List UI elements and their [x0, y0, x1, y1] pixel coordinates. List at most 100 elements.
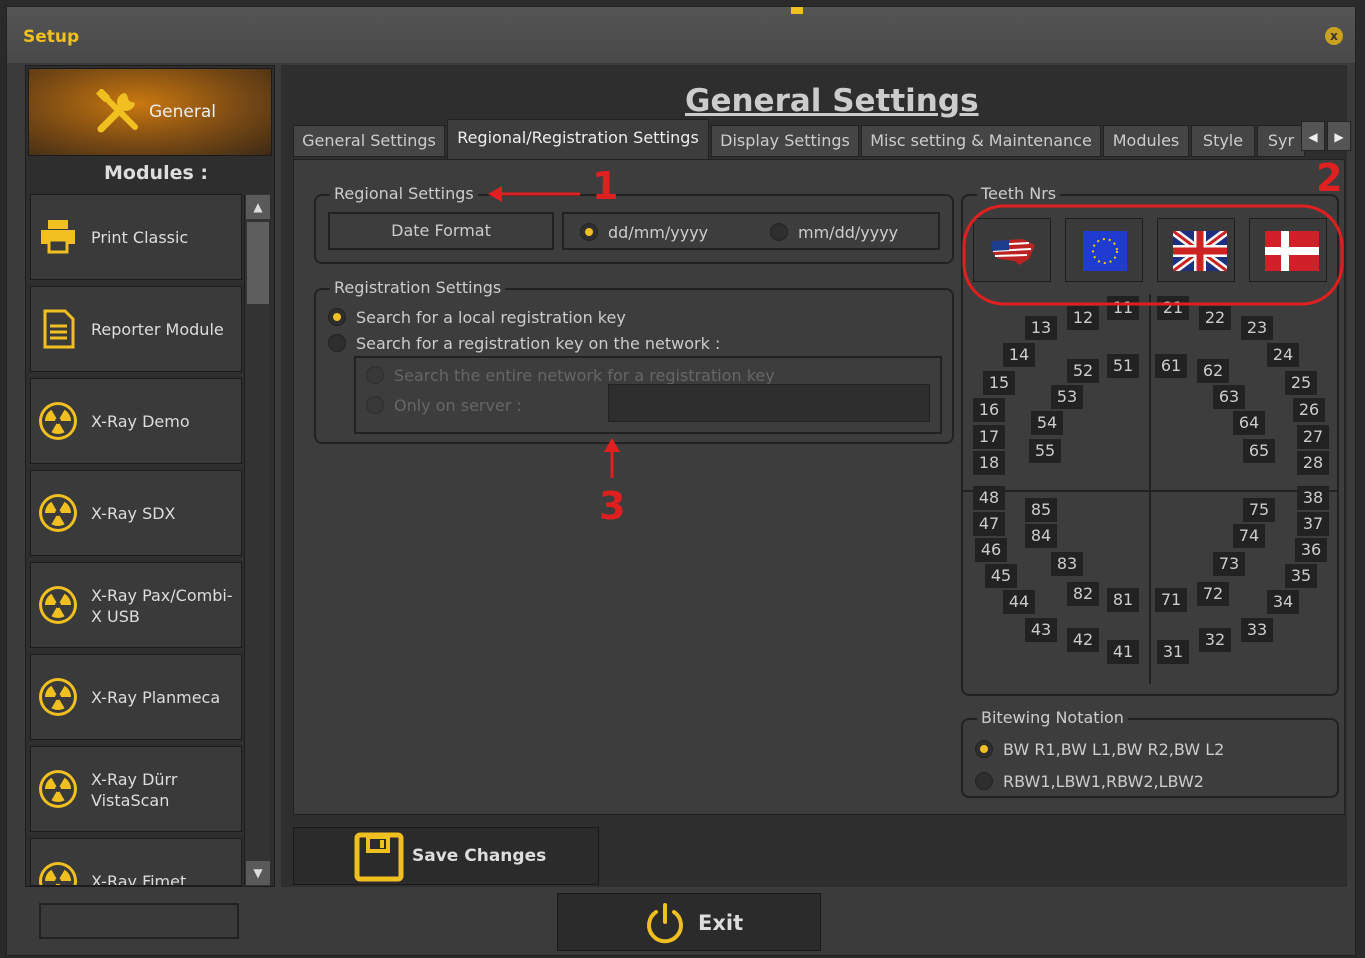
- radio-mmddyyyy[interactable]: [770, 223, 788, 241]
- save-changes-label: Save Changes: [412, 846, 547, 866]
- scroll-down-button[interactable]: ▼: [246, 861, 270, 885]
- bitewing-rbw-label: RBW1,LBW1,RBW2,LBW2: [1003, 772, 1204, 791]
- tooth-24: 24: [1267, 343, 1299, 367]
- radio-local-key[interactable]: [328, 308, 346, 326]
- tooth-34: 34: [1267, 590, 1299, 614]
- tooth-26: 26: [1293, 398, 1325, 422]
- radio-entire-network[interactable]: [366, 366, 384, 384]
- radiation-icon: [37, 492, 79, 534]
- tooth-53: 53: [1051, 385, 1083, 409]
- tooth-75: 75: [1243, 498, 1275, 522]
- regional-settings-title: Regional Settings: [330, 184, 478, 203]
- settings-panel: Regional Settings Date Format dd/mm/yyyy…: [293, 156, 1345, 815]
- tooth-36: 36: [1295, 538, 1327, 562]
- annotation-2: 2: [1316, 156, 1343, 200]
- tooth-35: 35: [1285, 564, 1317, 588]
- floppy-disk-icon: [354, 832, 404, 882]
- exit-label: Exit: [698, 911, 744, 935]
- sidebar-item-label: Reporter Module: [91, 320, 224, 339]
- sidebar-item-x-ray-sdx[interactable]: X-Ray SDX: [30, 470, 242, 556]
- sidebar-item-x-ray-fimet[interactable]: X-Ray Fimet: [30, 838, 242, 886]
- tooth-72: 72: [1197, 582, 1229, 606]
- tab-regional-registration-settings[interactable]: Regional/Registration Settings: [447, 119, 709, 159]
- exit-button[interactable]: Exit: [557, 893, 821, 951]
- sidebar-item-label: X-Ray Fimet: [91, 872, 187, 886]
- tooth-38: 38: [1297, 486, 1329, 510]
- sidebar-item-label: X-Ray SDX: [91, 504, 176, 523]
- tab-scroll-right-icon[interactable]: ▶: [1327, 121, 1351, 151]
- tooth-73: 73: [1213, 552, 1245, 576]
- radio-bitewing-bw[interactable]: [975, 740, 993, 758]
- tooth-71: 71: [1155, 588, 1187, 612]
- teeth-divider-vertical: [1149, 294, 1151, 684]
- option-ddmmyyyy-label: dd/mm/yyyy: [608, 223, 709, 242]
- tooth-33: 33: [1241, 618, 1273, 642]
- annotation-3: 3: [599, 484, 626, 528]
- radio-only-server[interactable]: [366, 396, 384, 414]
- tab-general-settings[interactable]: General Settings: [293, 125, 445, 157]
- main-area: General Settings General Settings Regiona…: [281, 65, 1351, 887]
- tooth-44: 44: [1003, 590, 1035, 614]
- radio-bitewing-rbw[interactable]: [975, 772, 993, 790]
- tooth-16: 16: [973, 398, 1005, 422]
- sidebar-item-print-classic[interactable]: Print Classic: [30, 194, 242, 280]
- registration-settings-group: Registration Settings Search for a local…: [314, 278, 954, 444]
- tab-modules[interactable]: Modules: [1103, 125, 1189, 157]
- tooth-13: 13: [1025, 316, 1057, 340]
- sidebar: General Modules : ▲ ▼ Print Classic Repor…: [25, 65, 275, 887]
- sidebar-scrollbar[interactable]: ▲ ▼: [244, 194, 270, 886]
- date-format-label: Date Format: [328, 212, 554, 250]
- tooth-31: 31: [1157, 640, 1189, 664]
- sidebar-item-label: X-Ray Demo: [91, 412, 190, 431]
- tooth-82: 82: [1067, 582, 1099, 606]
- tooth-85: 85: [1025, 498, 1057, 522]
- scroll-up-button[interactable]: ▲: [246, 195, 270, 219]
- network-key-label: Search for a registration key on the net…: [356, 334, 721, 353]
- server-input[interactable]: [608, 384, 930, 422]
- sidebar-item-x-ray-planmeca[interactable]: X-Ray Planmeca: [30, 654, 242, 740]
- tab-syr[interactable]: Syr: [1257, 125, 1305, 157]
- page-title: General Settings: [685, 83, 979, 119]
- save-changes-button[interactable]: Save Changes: [293, 827, 599, 885]
- general-button[interactable]: General: [28, 68, 272, 156]
- top-marker: [791, 7, 803, 14]
- tab-style[interactable]: Style: [1191, 125, 1255, 157]
- setup-window: Setup x General Modules : ▲ ▼ Print Clas…: [6, 6, 1356, 956]
- sidebar-item-x-ray-demo[interactable]: X-Ray Demo: [30, 378, 242, 464]
- tooth-32: 32: [1199, 628, 1231, 652]
- tooth-52: 52: [1067, 359, 1099, 383]
- tools-icon: [95, 89, 138, 133]
- radio-network-key[interactable]: [328, 334, 346, 352]
- tooth-14: 14: [1003, 343, 1035, 367]
- date-format-options: dd/mm/yyyy mm/dd/yyyy: [562, 212, 940, 250]
- tooth-42: 42: [1067, 628, 1099, 652]
- close-button[interactable]: x: [1325, 27, 1343, 45]
- tab-misc-setting-maintenance[interactable]: Misc setting & Maintenance: [861, 125, 1101, 157]
- sidebar-item-label: Print Classic: [91, 228, 189, 247]
- sidebar-item-reporter-module[interactable]: Reporter Module: [30, 286, 242, 372]
- sidebar-item-x-ray-pax-combi-x-usb[interactable]: X-Ray Pax/Combi-X USB: [30, 562, 242, 648]
- tooth-62: 62: [1197, 359, 1229, 383]
- tab-bar: General Settings Regional/Registration Se…: [293, 119, 1351, 159]
- tooth-55: 55: [1029, 439, 1061, 463]
- tab-scroll-left-icon[interactable]: ◀: [1301, 121, 1325, 151]
- tooth-54: 54: [1031, 411, 1063, 435]
- teeth-nrs-title: Teeth Nrs: [977, 184, 1061, 203]
- tooth-61: 61: [1155, 354, 1187, 378]
- scrollbar-thumb[interactable]: [247, 222, 269, 304]
- regional-settings-group: Regional Settings Date Format dd/mm/yyyy…: [314, 184, 954, 264]
- status-input[interactable]: [39, 903, 239, 939]
- tooth-64: 64: [1233, 411, 1265, 435]
- registration-settings-title: Registration Settings: [330, 278, 506, 297]
- radiation-icon: [37, 676, 79, 718]
- sidebar-item-x-ray-d-rr-vistascan[interactable]: X-Ray Dürr VistaScan: [30, 746, 242, 832]
- title-bar: Setup x: [7, 7, 1355, 63]
- tab-display-settings[interactable]: Display Settings: [711, 125, 859, 157]
- annotation-1: 1: [592, 164, 619, 208]
- sidebar-item-label: X-Ray Pax/Combi-X USB: [91, 586, 233, 626]
- sidebar-item-label: X-Ray Planmeca: [91, 688, 221, 707]
- tooth-46: 46: [975, 538, 1007, 562]
- tooth-43: 43: [1025, 618, 1057, 642]
- radio-ddmmyyyy[interactable]: [580, 223, 598, 241]
- tooth-48: 48: [973, 486, 1005, 510]
